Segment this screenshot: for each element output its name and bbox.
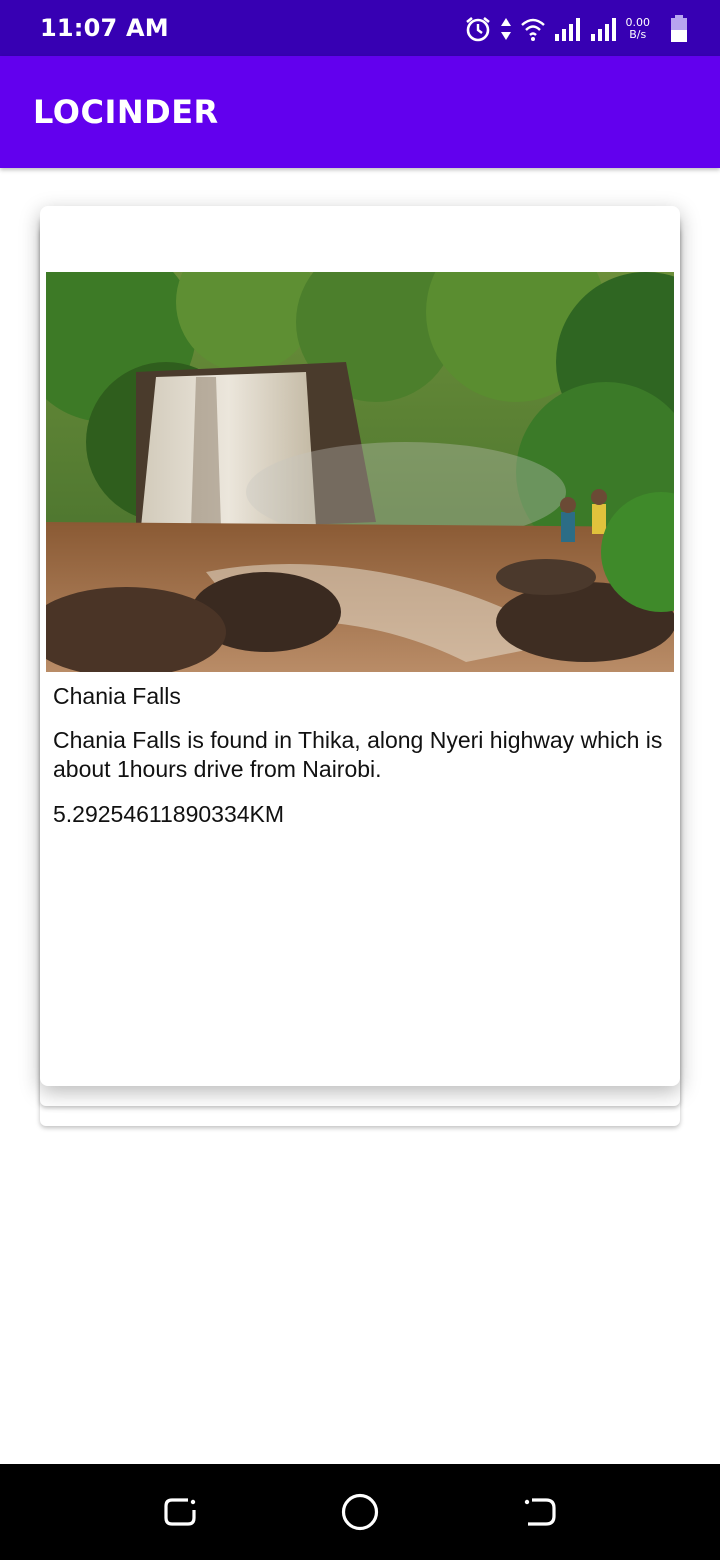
recents-icon[interactable] [160,1492,200,1532]
signal-icon [554,18,580,41]
network-speed-unit: B/s [629,28,647,41]
alarm-icon [465,16,490,42]
battery-icon [671,15,687,42]
home-icon[interactable] [340,1492,380,1532]
signal-icon [590,18,616,41]
waterfall-photo [46,272,674,672]
location-description: Chania Falls is found in Thika, along Ny… [53,727,663,782]
location-distance: 5.29254611890334KM [53,801,285,827]
back-icon[interactable] [520,1492,560,1532]
app-title: LOCINDER [33,93,219,131]
app-bar: LOCINDER [0,56,720,168]
location-name: Chania Falls [53,683,181,709]
status-time: 11:07 AM [40,14,169,42]
network-speed: 0.00 B/s [626,17,651,41]
wifi-icon [520,18,545,41]
status-bar: 11:07 AM 0.00 B/s [0,0,720,56]
location-card[interactable]: Chania Falls Chania Falls is found in Th… [40,206,680,1086]
navigation-bar [0,1464,720,1560]
status-icons: 0.00 B/s [464,12,691,46]
data-arrows-icon [500,18,511,40]
